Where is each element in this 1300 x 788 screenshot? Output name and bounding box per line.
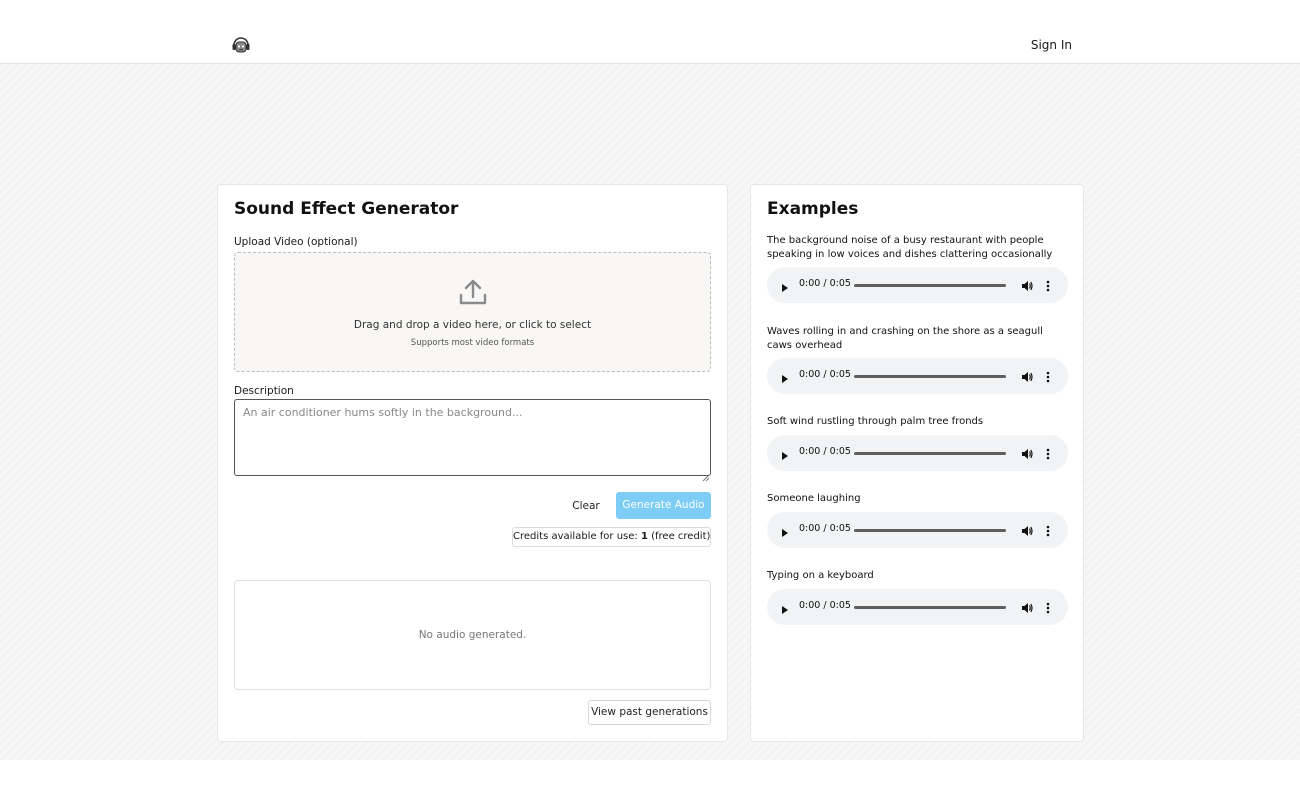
play-icon[interactable] [780, 370, 790, 383]
credits-badge: Credits available for use: 1 (free credi… [512, 527, 711, 547]
top-navbar: Sign In [0, 0, 1300, 64]
robot-headphones-icon[interactable] [231, 35, 251, 55]
upload-icon [457, 276, 489, 308]
audio-progress-track[interactable] [854, 452, 1006, 455]
example-audio-player[interactable]: 0:00 / 0:05 [767, 435, 1068, 471]
credits-suffix: (free credit) [647, 531, 711, 542]
generate-audio-button[interactable]: Generate Audio [616, 492, 711, 519]
dropzone-main-text: Drag and drop a video here, or click to … [353, 319, 592, 331]
view-past-generations-button[interactable]: View past generations [588, 700, 711, 725]
volume-icon[interactable] [1020, 523, 1034, 537]
description-label: Description [234, 385, 294, 397]
examples-title: Examples [767, 199, 859, 219]
no-audio-message: No audio generated. [418, 629, 527, 641]
audio-time: 0:00 / 0:05 [799, 600, 851, 611]
volume-icon[interactable] [1020, 600, 1034, 614]
example-audio-player[interactable]: 0:00 / 0:05 [767, 512, 1068, 548]
credits-prefix: Credits available for use: [513, 531, 641, 542]
audio-result-panel: No audio generated. [234, 580, 711, 690]
examples-card: Examples The background noise of a busy … [750, 184, 1084, 742]
audio-time: 0:00 / 0:05 [799, 278, 851, 289]
example-audio-player[interactable]: 0:00 / 0:05 [767, 267, 1068, 303]
audio-time: 0:00 / 0:05 [799, 369, 851, 380]
more-options-icon[interactable] [1043, 523, 1053, 537]
more-options-icon[interactable] [1043, 600, 1053, 614]
video-dropzone[interactable]: Drag and drop a video here, or click to … [234, 252, 711, 372]
generator-title: Sound Effect Generator [234, 199, 459, 219]
generator-card: Sound Effect Generator Upload Video (opt… [217, 184, 728, 742]
more-options-icon[interactable] [1043, 446, 1053, 460]
volume-icon[interactable] [1020, 446, 1034, 460]
more-options-icon[interactable] [1043, 278, 1053, 292]
upload-label: Upload Video (optional) [234, 236, 358, 248]
dropzone-sub-text: Supports most video formats [410, 338, 535, 348]
audio-progress-track[interactable] [854, 606, 1006, 609]
audio-progress-track[interactable] [854, 529, 1006, 532]
example-description: Someone laughing [767, 493, 861, 504]
audio-time: 0:00 / 0:05 [799, 523, 851, 534]
example-audio-player[interactable]: 0:00 / 0:05 [767, 589, 1068, 625]
example-description: Soft wind rustling through palm tree fro… [767, 416, 984, 427]
play-icon[interactable] [780, 601, 790, 614]
play-icon[interactable] [780, 279, 790, 292]
volume-icon[interactable] [1020, 369, 1034, 383]
play-icon[interactable] [780, 524, 790, 537]
audio-progress-track[interactable] [854, 284, 1006, 287]
sign-in-link[interactable]: Sign In [1031, 38, 1072, 52]
example-description: Typing on a keyboard [767, 570, 874, 581]
audio-time: 0:00 / 0:05 [799, 446, 851, 457]
more-options-icon[interactable] [1043, 369, 1053, 383]
credits-count: 1 [640, 531, 648, 542]
example-audio-player[interactable]: 0:00 / 0:05 [767, 358, 1068, 394]
volume-icon[interactable] [1020, 278, 1034, 292]
example-description: Waves rolling in and crashing on the sho… [767, 326, 1043, 351]
play-icon[interactable] [780, 447, 790, 460]
audio-progress-track[interactable] [854, 375, 1006, 378]
description-textarea[interactable] [234, 399, 711, 476]
resize-grip-icon[interactable] [702, 467, 710, 482]
clear-button[interactable]: Clear [566, 494, 606, 518]
example-description: The background noise of a busy restauran… [767, 235, 1053, 260]
